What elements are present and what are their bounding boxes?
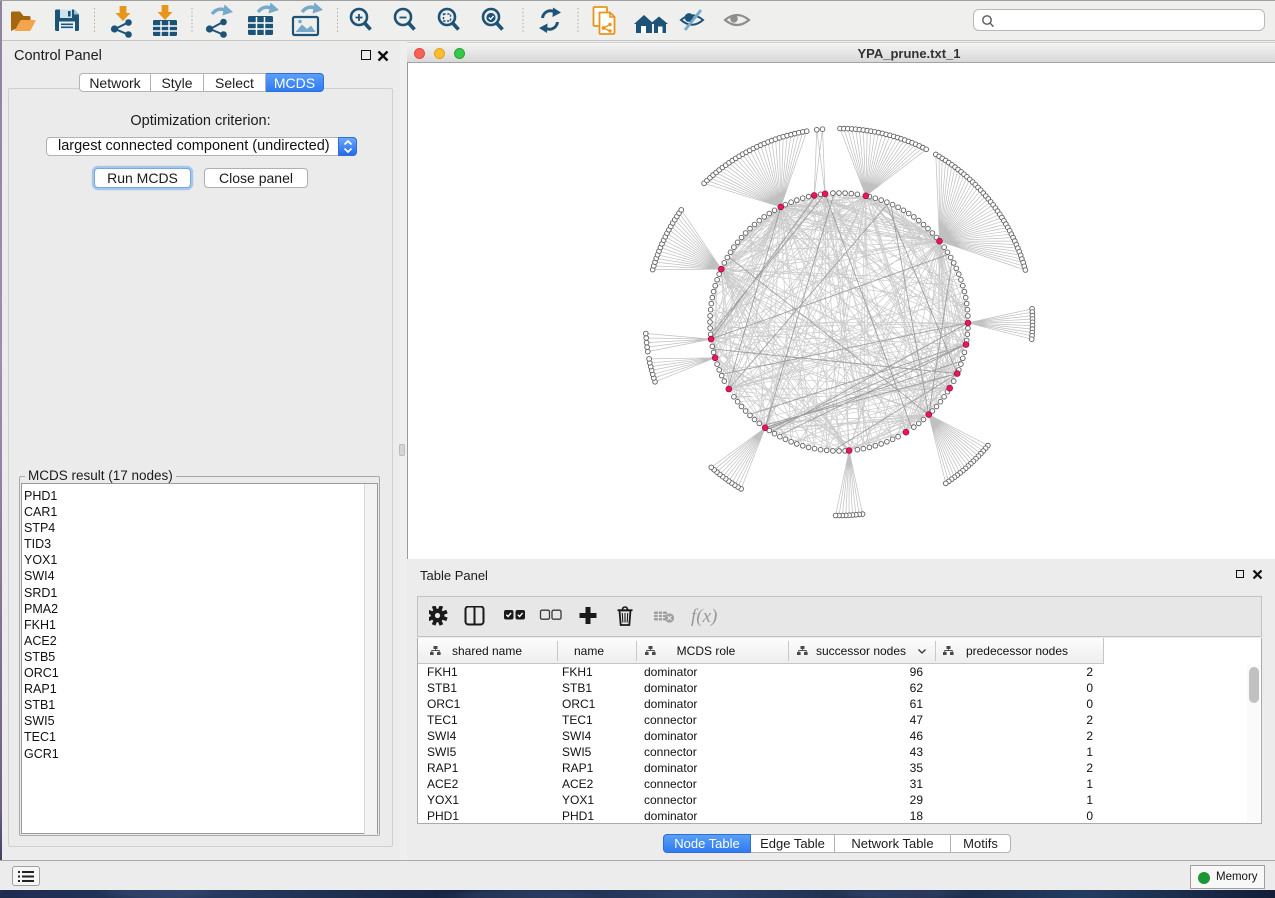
svg-text:f(x): f(x) bbox=[691, 606, 717, 627]
